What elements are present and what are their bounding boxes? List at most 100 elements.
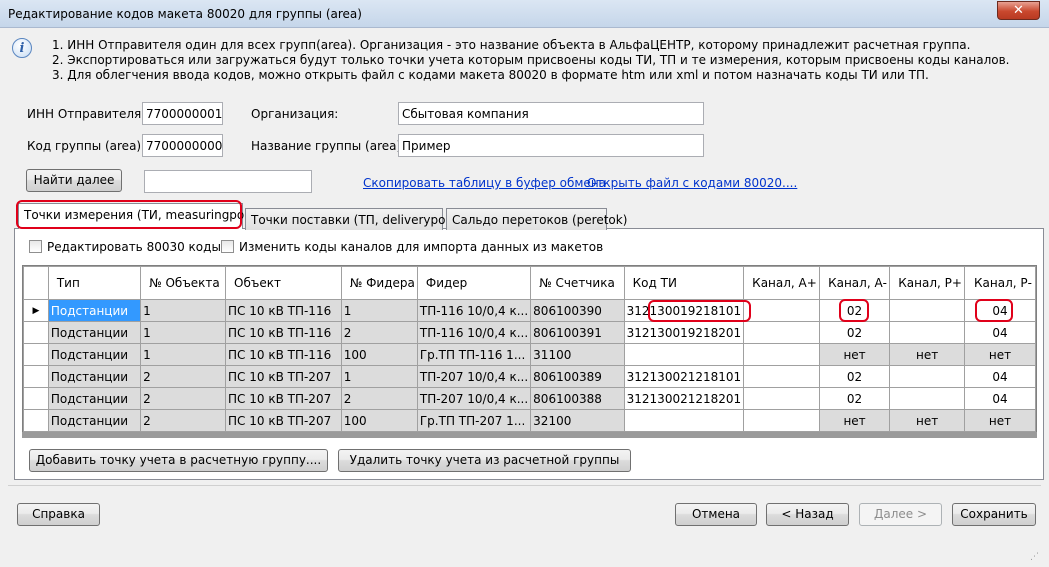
table-cell[interactable] xyxy=(743,365,820,388)
resize-grip-icon[interactable]: ⋰ xyxy=(1030,552,1044,564)
copy-table-link[interactable]: Скопировать таблицу в буфер обмена xyxy=(363,176,606,190)
area-code-input[interactable]: 7700000000 xyxy=(142,134,223,157)
table-cell[interactable]: Подстанции xyxy=(47,321,142,344)
table-cell[interactable]: 02 xyxy=(818,321,891,344)
table-cell[interactable]: 04 xyxy=(963,321,1036,344)
table-cell[interactable]: Гр.ТП ТП-116 1... xyxy=(416,343,532,366)
table-cell[interactable] xyxy=(743,321,820,344)
table-cell[interactable]: 312130021218201 xyxy=(623,387,745,410)
column-header[interactable]: № Счетчика xyxy=(530,266,625,300)
table-cell[interactable]: Подстанции xyxy=(47,299,142,322)
table-cell[interactable] xyxy=(889,387,965,410)
table-cell[interactable]: нет xyxy=(889,409,965,432)
table-row[interactable]: ▶ Подстанции 1 ПС 10 кВ ТП-116 1 ТП-116 … xyxy=(23,299,1036,322)
open-codes-file-link[interactable]: Открыть файл с кодами 80020.... xyxy=(587,176,797,190)
table-cell[interactable]: 2 xyxy=(140,409,227,432)
table-cell[interactable]: 04 xyxy=(963,365,1036,388)
table-cell[interactable]: ТП-207 10/0,4 к... xyxy=(416,365,532,388)
column-header[interactable]: Канал, А+ xyxy=(743,266,820,300)
change-codes-checkbox[interactable] xyxy=(221,240,234,253)
table-cell[interactable]: нет xyxy=(963,409,1036,432)
table-cell[interactable]: ТП-207 10/0,4 к... xyxy=(416,387,532,410)
table-cell[interactable]: 1 xyxy=(140,321,227,344)
save-button[interactable]: Сохранить xyxy=(952,503,1036,526)
table-cell[interactable] xyxy=(623,343,745,366)
table-cell[interactable]: 32100 xyxy=(530,409,625,432)
column-header[interactable]: № Фидера xyxy=(340,266,418,300)
table-cell[interactable] xyxy=(743,299,820,322)
table-cell[interactable]: ПС 10 кВ ТП-116 xyxy=(225,343,342,366)
table-cell[interactable]: ПС 10 кВ ТП-207 xyxy=(225,409,342,432)
edit-80030-checkbox[interactable] xyxy=(29,240,42,253)
table-cell[interactable]: 04 xyxy=(963,387,1036,410)
table-cell[interactable] xyxy=(889,299,965,322)
column-header[interactable]: Объект xyxy=(225,266,342,300)
back-button[interactable]: < Назад xyxy=(766,503,849,526)
column-header[interactable]: Код ТИ xyxy=(623,266,745,300)
table-cell[interactable]: 02 xyxy=(818,365,891,388)
table-cell[interactable]: Подстанции xyxy=(47,409,142,432)
find-input[interactable] xyxy=(144,170,312,193)
title-bar[interactable]: Редактирование кодов макета 80020 для гр… xyxy=(0,0,1049,28)
table-cell[interactable]: 1 xyxy=(340,299,418,322)
table-cell[interactable]: 2 xyxy=(340,387,418,410)
table-cell[interactable] xyxy=(743,343,820,366)
table-cell[interactable]: 02 xyxy=(818,387,891,410)
table-cell[interactable]: Гр.ТП ТП-207 1... xyxy=(416,409,532,432)
org-input[interactable]: Сбытовая компания xyxy=(398,102,704,125)
column-header[interactable]: Канал, А- xyxy=(818,266,891,300)
column-header[interactable]: Фидер xyxy=(416,266,532,300)
table-row[interactable]: Подстанции 2 ПС 10 кВ ТП-207 100 Гр.ТП Т… xyxy=(23,409,1036,432)
table-cell[interactable]: Подстанции xyxy=(47,365,142,388)
horizontal-scrollbar[interactable] xyxy=(22,432,1037,438)
table-cell[interactable]: 806100388 xyxy=(530,387,625,410)
table-cell[interactable]: 100 xyxy=(340,409,418,432)
table-cell[interactable] xyxy=(743,409,820,432)
table-cell[interactable]: ТП-116 10/0,4 к... xyxy=(416,321,532,344)
table-cell[interactable]: 806100391 xyxy=(530,321,625,344)
table-cell[interactable]: 1 xyxy=(140,299,227,322)
table-cell[interactable]: Подстанции xyxy=(47,387,142,410)
table-cell[interactable] xyxy=(623,409,745,432)
table-cell[interactable] xyxy=(889,321,965,344)
column-header[interactable]: Тип xyxy=(47,266,142,300)
close-button[interactable]: ✕ xyxy=(997,1,1040,20)
table-cell[interactable]: 312130021218101 xyxy=(623,365,745,388)
table-row[interactable]: Подстанции 1 ПС 10 кВ ТП-116 100 Гр.ТП Т… xyxy=(23,343,1036,366)
table-row[interactable]: Подстанции 1 ПС 10 кВ ТП-116 2 ТП-116 10… xyxy=(23,321,1036,344)
tab-deliverypoint[interactable]: Точки поставки (ТП, deliverypoint) xyxy=(245,208,466,230)
table-cell[interactable]: ПС 10 кВ ТП-207 xyxy=(225,387,342,410)
table-cell[interactable] xyxy=(743,387,820,410)
tab-peretok[interactable]: Сальдо перетоков (peretok) xyxy=(446,208,627,230)
table-cell[interactable]: 806100389 xyxy=(530,365,625,388)
table-cell[interactable]: нет xyxy=(818,409,891,432)
cancel-button[interactable]: Отмена xyxy=(675,503,757,526)
table-cell[interactable]: 2 xyxy=(340,321,418,344)
column-header[interactable]: Канал, Р- xyxy=(963,266,1036,300)
table-cell[interactable]: ПС 10 кВ ТП-207 xyxy=(225,365,342,388)
table-cell[interactable] xyxy=(889,365,965,388)
table-cell[interactable]: 31100 xyxy=(530,343,625,366)
add-point-button[interactable]: Добавить точку учета в расчетную группу.… xyxy=(29,449,328,472)
area-name-input[interactable]: Пример xyxy=(398,134,704,157)
table-cell[interactable]: 312130019218201 xyxy=(623,321,745,344)
table-cell[interactable]: ПС 10 кВ ТП-116 xyxy=(225,299,342,322)
find-next-button[interactable]: Найти далее xyxy=(26,169,122,192)
table-row[interactable]: Подстанции 2 ПС 10 кВ ТП-207 1 ТП-207 10… xyxy=(23,365,1036,388)
table-cell[interactable]: 806100390 xyxy=(530,299,625,322)
table-cell[interactable]: ПС 10 кВ ТП-116 xyxy=(225,321,342,344)
table-cell[interactable]: 100 xyxy=(340,343,418,366)
table-cell[interactable]: 2 xyxy=(140,365,227,388)
table-cell[interactable]: ТП-116 10/0,4 к... xyxy=(416,299,532,322)
table-cell[interactable]: 1 xyxy=(340,365,418,388)
table-cell[interactable]: 2 xyxy=(140,387,227,410)
inn-input[interactable]: 7700000001 xyxy=(142,102,223,125)
column-header[interactable]: № Объекта xyxy=(140,266,227,300)
table-row[interactable]: Подстанции 2 ПС 10 кВ ТП-207 2 ТП-207 10… xyxy=(23,387,1036,410)
table-cell[interactable]: нет xyxy=(818,343,891,366)
table-cell[interactable]: 1 xyxy=(140,343,227,366)
column-header[interactable]: Канал, Р+ xyxy=(889,266,965,300)
table-cell[interactable]: нет xyxy=(963,343,1036,366)
remove-point-button[interactable]: Удалить точку учета из расчетной группы xyxy=(338,449,631,472)
table-cell[interactable]: Подстанции xyxy=(47,343,142,366)
